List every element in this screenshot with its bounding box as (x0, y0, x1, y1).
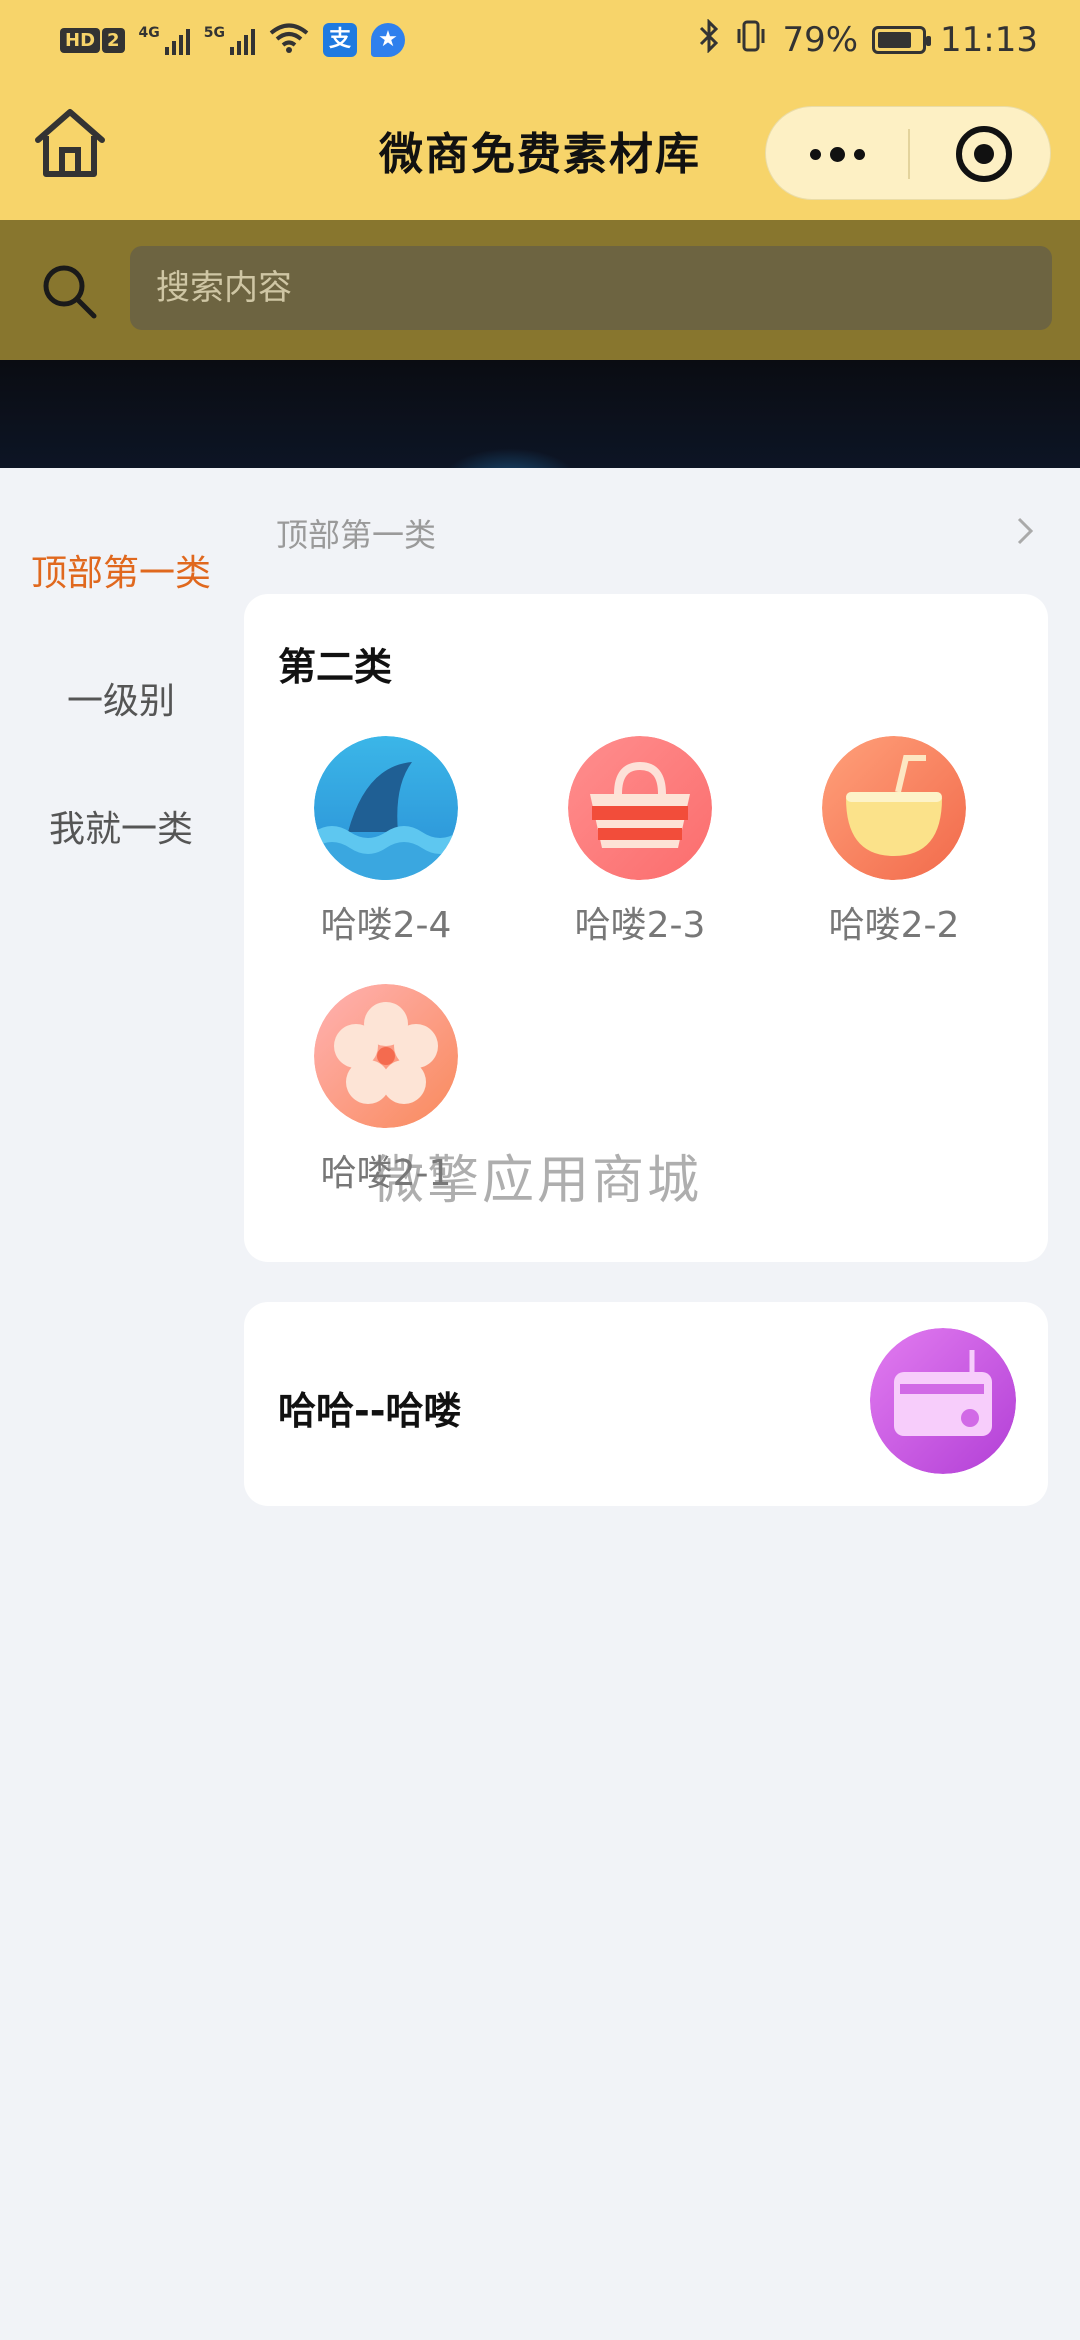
grid-item-label: 哈喽2-3 (574, 905, 706, 946)
grid-item-label: 哈喽2-4 (320, 905, 452, 946)
search-icon[interactable] (38, 260, 100, 322)
watermark: 微擎应用商城 (372, 1151, 703, 1211)
search-bar (0, 220, 1080, 360)
clock: 11:13 (940, 20, 1038, 60)
more-button[interactable] (766, 107, 908, 201)
status-left: HD 2 4G 5G 支 ★ (60, 22, 406, 59)
radio-icon (870, 1328, 1016, 1474)
coconut-drink-icon (822, 736, 966, 880)
sim-badge: 2 (102, 27, 125, 53)
hd-indicator: HD 2 (60, 27, 125, 53)
sidebar-item-top-first[interactable]: 顶部第一类 (0, 544, 242, 596)
badge-star-icon: ★ (371, 23, 406, 57)
grid-item[interactable]: 哈喽2-3 (540, 736, 740, 946)
status-right: 79% 11:13 (698, 17, 1038, 62)
capsule-divider (908, 129, 910, 179)
grid-item-label: 哈喽2-2 (828, 905, 960, 946)
banner-glow (440, 448, 580, 468)
top-bar: HD 2 4G 5G 支 ★ 79% 11:13 微商免费素材库 (0, 0, 1080, 220)
bluetooth-icon (698, 17, 720, 62)
battery-percent: 79% (782, 20, 859, 60)
signal-5g-icon: 5G (203, 25, 256, 55)
basket-icon (568, 736, 712, 880)
flower-icon (314, 984, 458, 1128)
signal-5g-label: 5G (203, 25, 226, 41)
signal-4g-icon: 4G (139, 25, 190, 55)
breadcrumb[interactable]: 顶部第一类 (276, 510, 436, 556)
signal-4g-label: 4G (138, 25, 160, 41)
list-row-title: 哈哈--哈喽 (278, 1389, 462, 1433)
status-bar: HD 2 4G 5G 支 ★ 79% 11:13 (0, 0, 1080, 80)
battery-fill (878, 32, 912, 48)
section-title: 第二类 (278, 645, 393, 689)
shark-fin-icon (314, 736, 458, 880)
hd-badge: HD (60, 27, 101, 53)
more-dots-icon (809, 148, 821, 160)
mini-program-capsule (765, 106, 1051, 200)
sidebar-item-my-category[interactable]: 我就一类 (0, 800, 242, 852)
alipay-icon: 支 (323, 23, 358, 57)
target-close-icon[interactable] (956, 126, 1012, 182)
grid-item[interactable]: 哈喽2-4 (286, 736, 486, 946)
sidebar-item-level-one[interactable]: 一级别 (0, 672, 242, 724)
battery-icon (872, 26, 932, 54)
grid-item[interactable]: 哈喽2-2 (794, 736, 994, 946)
vibrate-icon (734, 19, 768, 62)
wifi-icon (269, 22, 309, 59)
banner[interactable] (0, 360, 1080, 468)
chevron-right-icon[interactable] (1012, 514, 1038, 548)
search-input[interactable] (130, 246, 1052, 330)
